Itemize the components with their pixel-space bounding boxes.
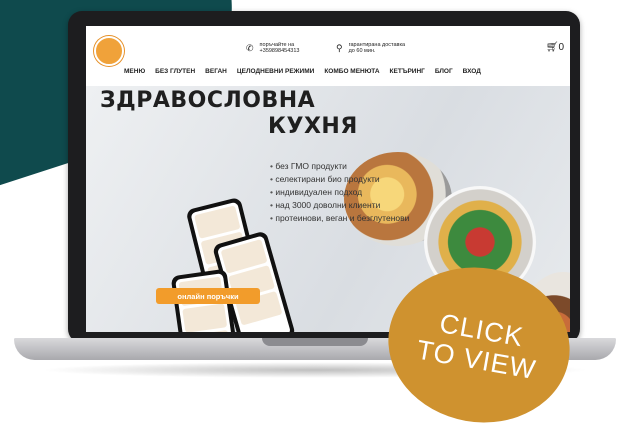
phone-contact[interactable]: ✆ поръчайте на +359898454313 [246,42,320,54]
location-pin-icon: ⚲ [336,42,343,53]
nav-item-menu[interactable]: МЕНЮ [124,68,145,75]
cart-count: 0 [558,42,564,53]
site-header: ✆ поръчайте на +359898454313 ⚲ гарантира… [86,26,570,86]
laptop-notch [262,338,368,346]
nav-item-login[interactable]: ВХОД [463,68,481,75]
feature-item: без ГМО продукти [270,160,409,173]
nav-item-vegan[interactable]: ВЕГАН [205,68,227,75]
nav-item-catering[interactable]: КЕТЪРИНГ [390,68,425,75]
feature-item: над 3000 доволни клиенти [270,199,409,212]
phone-icon: ✆ [246,42,254,53]
delivery-text: гарантирана доставка до 60 мин. [348,42,406,54]
cart-icon: 🛒︎ [545,42,559,53]
phone-text: поръчайте на +359898454313 [259,42,300,54]
online-order-button[interactable]: онлайн поръчки [156,288,260,304]
delivery-info: ⚲ гарантирана доставка до 60 мин. [336,42,409,54]
nav-item-combo-menus[interactable]: КОМБО МЕНЮТА [324,68,379,75]
hero-title-line2: КУХНЯ [268,114,358,139]
feature-item: селектирани био продукти [270,173,409,186]
brand-logo[interactable] [94,36,124,66]
stage: ✆ поръчайте на +359898454313 ⚲ гарантира… [0,0,630,424]
nav-item-daily-plans[interactable]: ЦЕЛОДНЕВНИ РЕЖИМИ [237,68,314,75]
main-nav: МЕНЮ БЕЗ ГЛУТЕН ВЕГАН ЦЕЛОДНЕВНИ РЕЖИМИ … [124,68,481,75]
cart-button[interactable]: 🛒︎0 [546,42,564,53]
nav-item-blog[interactable]: БЛОГ [435,68,453,75]
feature-item: индивидуален подход [270,186,409,199]
nav-item-gluten-free[interactable]: БЕЗ ГЛУТЕН [155,68,195,75]
feature-list: без ГМО продукти селектирани био продукт… [270,160,409,225]
feature-item: протеинови, веган и безглутенови [270,212,409,225]
hero-title-line1: ЗДРАВОСЛОВНА [100,88,316,113]
